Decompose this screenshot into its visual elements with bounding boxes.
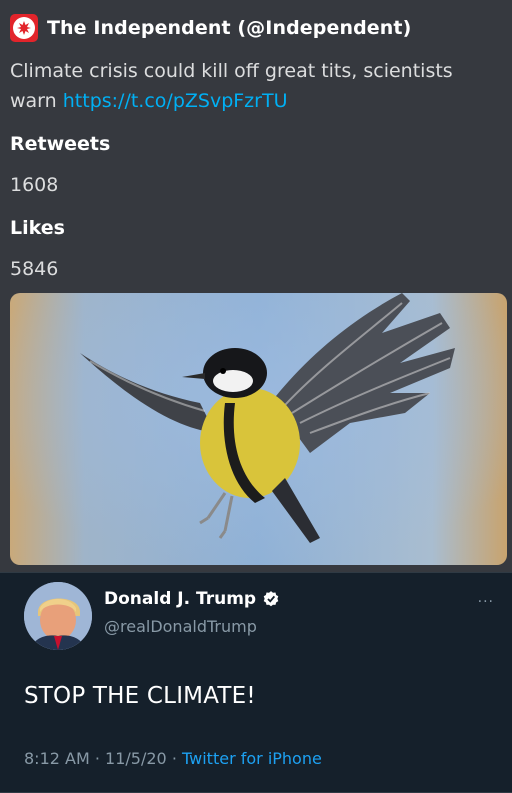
tweet-source[interactable]: Twitter for iPhone (182, 749, 322, 768)
user-avatar-icon (24, 582, 92, 650)
user-handle[interactable]: @realDonaldTrump (104, 617, 257, 636)
field-retweets-value: 1608 (10, 174, 59, 196)
embed-link[interactable]: https://t.co/pZSvpFzrTU (63, 90, 288, 112)
more-options-icon[interactable]: ··· (478, 594, 494, 610)
display-name-text: Donald J. Trump (104, 589, 257, 609)
meta-separator: · (171, 749, 177, 768)
tweet-card: Donald J. Trump @realDonaldTrump ··· STO… (0, 572, 512, 793)
field-likes-value: 5846 (10, 258, 59, 280)
embed-author-name: The Independent (@Independent) (47, 17, 412, 39)
tweet-date[interactable]: 11/5/20 (105, 749, 167, 768)
meta-separator: · (94, 749, 100, 768)
tweet-time[interactable]: 8:12 AM (24, 749, 90, 768)
display-name[interactable]: Donald J. Trump (104, 589, 280, 609)
verified-badge-icon (263, 591, 279, 607)
bird-photo[interactable] (10, 293, 507, 565)
great-tit-bird-image (10, 293, 507, 565)
independent-logo-icon (10, 14, 38, 42)
embed-description: Climate crisis could kill off great tits… (10, 56, 505, 116)
avatar[interactable] (24, 582, 92, 650)
tweet-meta: 8:12 AM · 11/5/20 · Twitter for iPhone (24, 749, 322, 768)
tweet-text: STOP THE CLIMATE! (24, 683, 256, 709)
embed-author[interactable]: The Independent (@Independent) (10, 13, 411, 43)
field-retweets-label: Retweets (10, 133, 111, 155)
divider (0, 572, 512, 573)
tweet-embed: The Independent (@Independent) Climate c… (0, 0, 512, 572)
field-likes-label: Likes (10, 217, 65, 239)
